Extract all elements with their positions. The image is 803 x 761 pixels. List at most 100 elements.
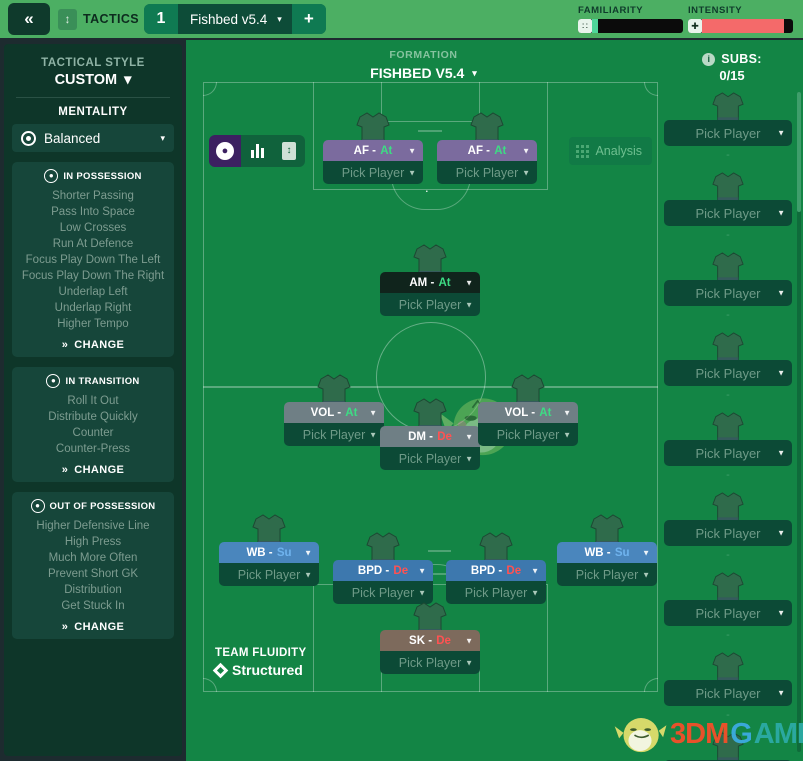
- team-fluidity: TEAM FLUIDITY Structured: [212, 647, 306, 678]
- chevron-down-icon: ▼: [563, 408, 571, 417]
- role-selector-vol-left[interactable]: VOL - At ▼: [284, 402, 384, 423]
- role-text: VOL - At: [311, 407, 358, 419]
- chevron-down-icon: ▼: [522, 146, 530, 155]
- chevron-down-icon: ▼: [777, 208, 785, 218]
- role-text: SK - De: [409, 635, 451, 647]
- instruction-item: High Press: [64, 536, 122, 548]
- stats-view-button[interactable]: [241, 135, 273, 167]
- sub-position-dash: -: [726, 149, 730, 161]
- role-selector-dm[interactable]: DM - De ▼: [380, 426, 480, 447]
- player-selector-wb-right[interactable]: Pick Player ▼: [557, 563, 657, 586]
- tactic-tab-number[interactable]: 1: [144, 4, 178, 34]
- sub-player-selector-3[interactable]: Pick Player ▼: [664, 280, 792, 306]
- role-duty: De: [437, 430, 452, 443]
- sub-player-selector-4[interactable]: Pick Player ▼: [664, 360, 792, 386]
- mentality-selector[interactable]: Balanced ▾: [12, 124, 174, 152]
- role-text: BPD - De: [358, 565, 408, 577]
- role-selector-wb-right[interactable]: WB - Su ▼: [557, 542, 657, 563]
- instruction-item: Pass Into Space: [51, 206, 135, 218]
- role-selector-sk[interactable]: SK - De ▼: [380, 630, 480, 651]
- role-selector-wb-left[interactable]: WB - Su ▼: [219, 542, 319, 563]
- player-selector-dm[interactable]: Pick Player ▼: [380, 447, 480, 470]
- info-icon[interactable]: i: [702, 52, 716, 66]
- pitch: ● ↕ Analysis AF - At ▼ Pick Player ▼ AF - At…: [203, 82, 658, 692]
- team-fluidity-value: Structured: [232, 662, 303, 678]
- role-selector-af-right[interactable]: AF - At ▼: [437, 140, 537, 161]
- role-duty: At: [494, 144, 507, 157]
- intensity-meter: INTENSITY ✚: [688, 5, 793, 33]
- collapse-sidebar-button[interactable]: «: [8, 3, 50, 35]
- analysis-button[interactable]: Analysis: [569, 137, 652, 165]
- formation-dot-separator: .: [425, 180, 429, 195]
- instruction-item: Focus Play Down The Right: [21, 270, 165, 282]
- player-selector-bpd-right[interactable]: Pick Player ▼: [446, 581, 546, 604]
- chevron-down-icon: ▼: [465, 432, 473, 441]
- add-tactic-button[interactable]: +: [291, 4, 326, 34]
- intensity-badge-icon: ✚: [688, 19, 702, 33]
- intensity-bar[interactable]: ✚: [688, 19, 793, 33]
- change-button[interactable]: » CHANGE: [18, 464, 168, 476]
- role-selector-vol-right[interactable]: VOL - At ▼: [478, 402, 578, 423]
- sub-slot-2: Pick Player ▼ -: [661, 172, 795, 252]
- player-name: Pick Player: [341, 165, 405, 180]
- player-selector-vol-right[interactable]: Pick Player ▼: [478, 423, 578, 446]
- role-text: VOL - At: [505, 407, 552, 419]
- chevron-down-icon: ▼: [418, 588, 426, 597]
- change-button[interactable]: » CHANGE: [18, 621, 168, 633]
- tactical-style-selector[interactable]: CUSTOM ▾: [12, 72, 174, 88]
- player-view-button[interactable]: ●: [209, 135, 241, 167]
- tactics-title-group: ↕ TACTICS: [58, 5, 139, 33]
- subs-scrollbar-thumb[interactable]: [797, 92, 801, 212]
- role-duty: De: [506, 564, 522, 577]
- role-dash: -: [495, 564, 506, 577]
- player-selector-wb-left[interactable]: Pick Player ▼: [219, 563, 319, 586]
- swap-view-button[interactable]: ↕: [273, 135, 305, 167]
- tactic-tab-selector[interactable]: Fishbed v5.4 ▾: [178, 4, 292, 34]
- chevron-down-icon: ▾: [160, 132, 165, 143]
- chevron-down-icon: ▼: [642, 570, 650, 579]
- player-selector-sk[interactable]: Pick Player ▼: [380, 651, 480, 674]
- familiarity-bar[interactable]: ∷: [578, 19, 683, 33]
- position-slot-am: AM - At ▼ Pick Player ▼: [380, 244, 480, 316]
- sub-player-name: Pick Player: [695, 685, 761, 701]
- role-selector-bpd-left[interactable]: BPD - De ▼: [333, 560, 433, 581]
- change-button[interactable]: » CHANGE: [18, 339, 168, 351]
- role-selector-bpd-right[interactable]: BPD - De ▼: [446, 560, 546, 581]
- sub-position-dash: -: [726, 709, 730, 721]
- sub-player-selector-1[interactable]: Pick Player ▼: [664, 120, 792, 146]
- sub-player-selector-8[interactable]: Pick Player ▼: [664, 680, 792, 706]
- role-duty: De: [393, 564, 409, 577]
- familiarity-fill: [592, 19, 598, 33]
- role-selector-af-left[interactable]: AF - At ▼: [323, 140, 423, 161]
- player-selector-vol-left[interactable]: Pick Player ▼: [284, 423, 384, 446]
- team-fluidity-value-row[interactable]: Structured: [212, 662, 306, 678]
- player-selector-af-left[interactable]: Pick Player ▼: [323, 161, 423, 184]
- grid-icon: [576, 144, 590, 158]
- player-selector-bpd-left[interactable]: Pick Player ▼: [333, 581, 433, 604]
- sub-player-selector-5[interactable]: Pick Player ▼: [664, 440, 792, 466]
- chevron-down-icon: ▼: [304, 570, 312, 579]
- player-selector-am[interactable]: Pick Player ▼: [380, 293, 480, 316]
- tactical-style-value: CUSTOM: [54, 72, 118, 88]
- chevron-down-icon: ▾: [472, 67, 477, 78]
- position-slot-vol-left: VOL - At ▼ Pick Player ▼: [284, 374, 384, 446]
- formation-selector[interactable]: FISHBED V5.4 ▾: [186, 65, 661, 81]
- role-selector-am[interactable]: AM - At ▼: [380, 272, 480, 293]
- top-bar: « ↕ TACTICS 1 Fishbed v5.4 ▾ + FAMILIARI…: [0, 0, 803, 38]
- sub-position-dash: -: [726, 629, 730, 641]
- sub-player-selector-6[interactable]: Pick Player ▼: [664, 520, 792, 546]
- sub-player-name: Pick Player: [695, 525, 761, 541]
- player-name: Pick Player: [496, 427, 560, 442]
- chevron-down-icon: ▼: [465, 454, 473, 463]
- sub-player-selector-2[interactable]: Pick Player ▼: [664, 200, 792, 226]
- sub-player-selector-7[interactable]: Pick Player ▼: [664, 600, 792, 626]
- sub-slot-7: Pick Player ▼ -: [661, 572, 795, 652]
- subs-scrollbar[interactable]: [797, 92, 801, 752]
- role-duty: Su: [614, 546, 630, 559]
- chevron-down-icon: ▾: [124, 72, 132, 88]
- formation-value: FISHBED V5.4: [370, 65, 465, 81]
- player-selector-af-right[interactable]: Pick Player ▼: [437, 161, 537, 184]
- role-dash: -: [427, 276, 438, 289]
- role-dash: -: [382, 564, 393, 577]
- position-slot-dm: DM - De ▼ Pick Player ▼: [380, 398, 480, 470]
